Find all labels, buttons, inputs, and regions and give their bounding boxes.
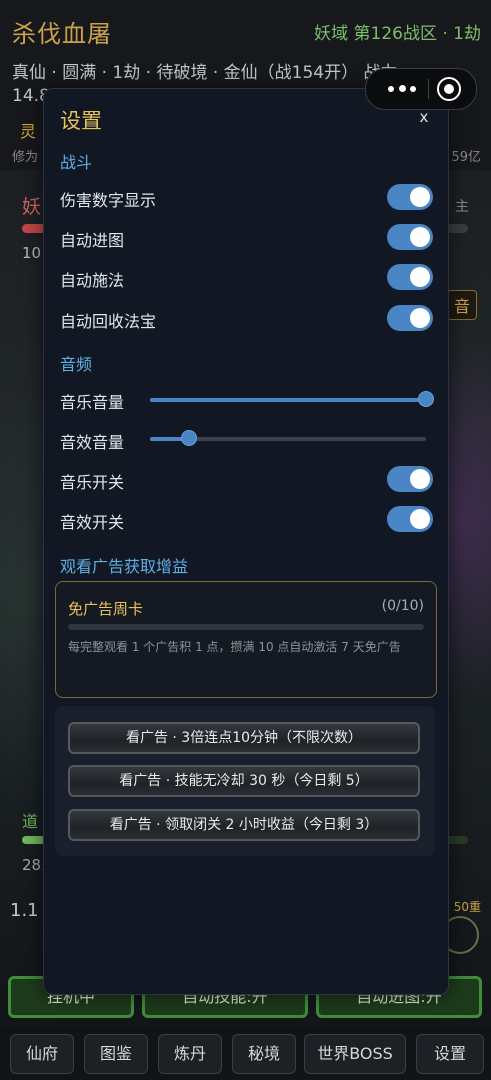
- music-switch-toggle[interactable]: [387, 466, 433, 492]
- damage-number-toggle[interactable]: [387, 184, 433, 210]
- bottom-nav: 仙府 图鉴 炼丹 秘境 世界BOSS 设置: [0, 1028, 491, 1080]
- ad-free-card-count: (0/10): [381, 598, 424, 614]
- auto-cast-label: 自动施法: [60, 271, 125, 290]
- auto-recycle-toggle[interactable]: [387, 305, 433, 331]
- speed-value: 1.1: [10, 900, 39, 921]
- auto-recycle-label: 自动回收法宝: [60, 312, 157, 331]
- auto-map-toggle[interactable]: [387, 224, 433, 250]
- sfx-switch-label: 音效开关: [60, 513, 125, 532]
- player-name: 杀伐血屠: [12, 20, 112, 48]
- ad-button-seclusion-reward[interactable]: 看广告 · 领取闭关 2 小时收益（今日剩 3）: [68, 809, 420, 841]
- battle-section-title: 战斗: [60, 153, 93, 172]
- sfx-switch-toggle[interactable]: [387, 506, 433, 532]
- nav-tujian[interactable]: 图鉴: [84, 1034, 148, 1074]
- auto-cast-toggle[interactable]: [387, 264, 433, 290]
- slider-thumb[interactable]: [418, 391, 434, 407]
- settings-modal: 设置 x 战斗 伤害数字显示 自动进图 自动施法 自动回收法宝 音频 音乐音量 …: [43, 88, 449, 995]
- auto-map-label: 自动进图: [60, 231, 125, 250]
- level-badge: 50重: [453, 900, 481, 914]
- nav-mijing[interactable]: 秘境: [232, 1034, 296, 1074]
- ad-free-card-desc: 每完整观看 1 个广告积 1 点，攒满 10 点自动激活 7 天免广告: [68, 640, 401, 654]
- cultivation-info: 真仙 · 圆满 · 1劫 · 待破境 · 金仙（战154开） 战力: [12, 63, 398, 83]
- music-volume-label: 音乐音量: [60, 393, 125, 412]
- damage-number-label: 伤害数字显示: [60, 191, 157, 210]
- ad-free-card-title: 免广告周卡: [68, 600, 144, 618]
- xiuwei-value: 59亿: [451, 150, 481, 165]
- music-badge[interactable]: 音: [446, 290, 477, 320]
- nav-liandan[interactable]: 炼丹: [158, 1034, 222, 1074]
- ad-button-triple-click[interactable]: 看广告 · 3倍连点10分钟（不限次数）: [68, 722, 420, 754]
- more-icon[interactable]: [382, 77, 422, 101]
- music-volume-slider[interactable]: [150, 391, 434, 407]
- enemy-label: 妖: [22, 196, 42, 218]
- sfx-volume-slider[interactable]: [150, 430, 426, 446]
- dao-label: 道: [22, 812, 39, 831]
- realm-label: 妖域 第126战区 · 1劫: [314, 24, 481, 44]
- nav-xianfu[interactable]: 仙府: [10, 1034, 74, 1074]
- close-miniprogram-icon[interactable]: [437, 77, 461, 101]
- xiuwei-label: 修为: [12, 150, 39, 165]
- modal-title: 设置: [60, 109, 102, 133]
- ad-free-card: 免广告周卡 (0/10) 每完整观看 1 个广告积 1 点，攒满 10 点自动激…: [55, 581, 437, 698]
- slider-thumb[interactable]: [180, 430, 197, 446]
- enemy-owner: 主: [455, 199, 469, 215]
- enemy-hp-value: 10: [22, 244, 42, 262]
- music-switch-label: 音乐开关: [60, 473, 125, 492]
- linggen-label: 灵: [20, 122, 37, 141]
- ad-button-no-cooldown[interactable]: 看广告 · 技能无冷却 30 秒（今日剩 5）: [68, 765, 420, 797]
- ads-section-title: 观看广告获取增益: [60, 557, 189, 576]
- nav-world-boss[interactable]: 世界BOSS: [304, 1034, 406, 1074]
- audio-section-title: 音频: [60, 355, 93, 374]
- sfx-volume-label: 音效音量: [60, 433, 125, 452]
- nav-settings[interactable]: 设置: [416, 1034, 484, 1074]
- miniprogram-capsule: [365, 68, 477, 110]
- ad-buttons-panel: 看广告 · 3倍连点10分钟（不限次数） 看广告 · 技能无冷却 30 秒（今日…: [55, 706, 435, 856]
- ad-free-progress-bar: [68, 624, 424, 630]
